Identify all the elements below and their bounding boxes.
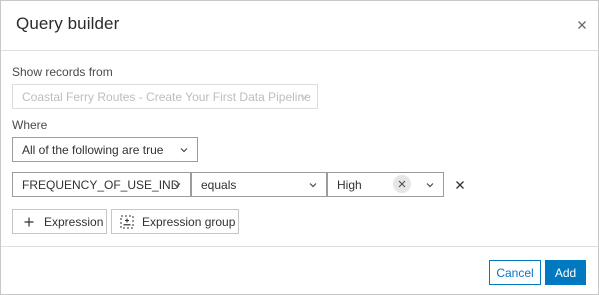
chevron-down-icon [180, 148, 188, 153]
query-builder-dialog: Query builder Show records from Coastal … [0, 0, 599, 295]
add-expression-group-label: Expression group [142, 215, 236, 229]
chevron-down-icon [309, 183, 317, 188]
expression-group-icon [120, 215, 134, 229]
where-mode-value: All of the following are true [22, 142, 164, 157]
chevron-down-icon [300, 95, 308, 100]
cancel-button[interactable]: Cancel [489, 260, 541, 285]
chevron-down-icon [173, 183, 181, 188]
field-select-value: FREQUENCY_OF_USE_IND [22, 177, 180, 192]
layer-select: Coastal Ferry Routes - Create Your First… [12, 84, 318, 109]
chevron-down-icon [426, 183, 434, 188]
operator-select-value: equals [201, 177, 237, 192]
plus-icon [24, 217, 34, 227]
dialog-header: Query builder [1, 1, 598, 51]
value-select-value: High [337, 177, 362, 192]
add-expression-label: Expression [44, 215, 104, 229]
clear-icon [398, 180, 406, 188]
clear-value-button[interactable] [393, 175, 411, 193]
close-icon[interactable] [573, 16, 591, 34]
layer-select-value: Coastal Ferry Routes - Create Your First… [22, 89, 311, 104]
value-select[interactable]: High [327, 172, 444, 197]
operator-select[interactable]: equals [191, 172, 327, 197]
add-button[interactable]: Add [545, 260, 586, 285]
field-select[interactable]: FREQUENCY_OF_USE_IND [12, 172, 191, 197]
remove-expression-icon[interactable] [454, 178, 466, 190]
where-label: Where [12, 118, 48, 132]
add-expression-button[interactable]: Expression [12, 209, 107, 234]
footer-divider [1, 246, 598, 247]
where-mode-select[interactable]: All of the following are true [12, 137, 198, 162]
add-expression-group-button[interactable]: Expression group [111, 209, 239, 234]
show-records-label: Show records from [12, 65, 113, 79]
dialog-title: Query builder [16, 14, 120, 33]
